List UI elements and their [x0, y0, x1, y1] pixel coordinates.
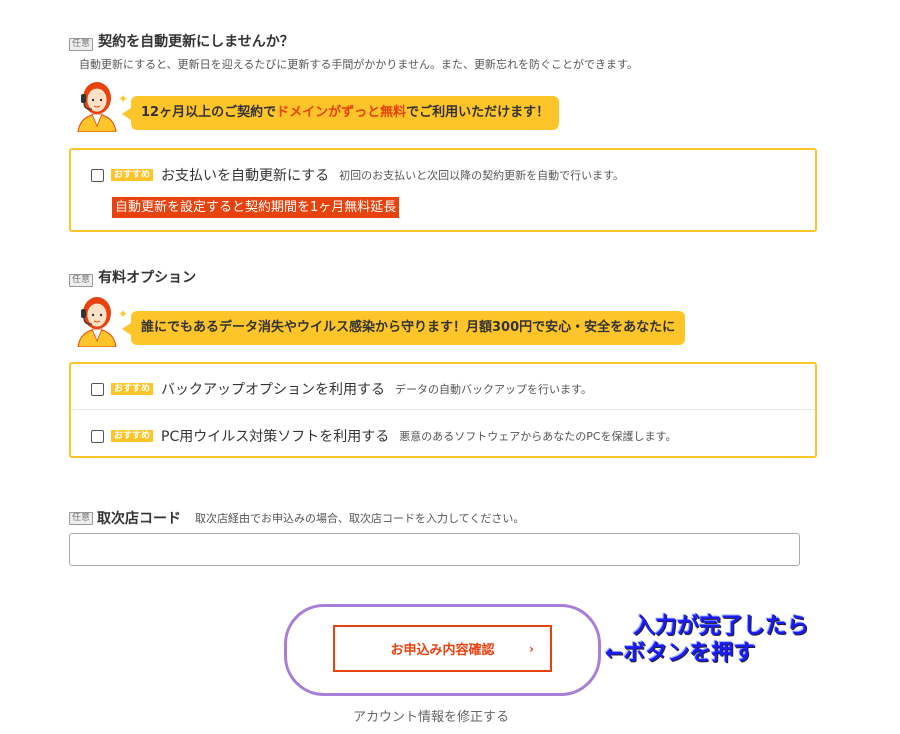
- antivirus-checkbox[interactable]: [91, 429, 104, 443]
- paid-options-header: 任意 有料オプション: [69, 267, 196, 287]
- recommended-badge: おすすめ: [111, 430, 154, 442]
- promo-banner: 自動更新を設定すると契約期間を1ヶ月無料延長: [112, 197, 400, 218]
- agent-code-input[interactable]: [69, 533, 800, 566]
- backup-option[interactable]: おすすめ バックアップオプションを利用する データの自動バックアップを行います。: [71, 379, 815, 399]
- auto-renew-option[interactable]: おすすめ お支払いを自動更新にする 初回のお支払いと次回以降の契約更新を自動で行…: [71, 165, 815, 185]
- auto-renew-description: 自動更新にすると、更新日を迎えるたびに更新する手間がかかりません。また、更新忘れ…: [79, 58, 638, 71]
- optional-tag: 任意: [69, 38, 94, 51]
- section-title: 取次店コード: [97, 511, 182, 527]
- sparkle-icon: ✦: [118, 307, 129, 321]
- bubble-text-post: でご利用いただけます！: [406, 105, 550, 120]
- support-girl-icon: [70, 76, 124, 136]
- option-label[interactable]: バックアップオプションを利用する: [161, 379, 385, 399]
- agent-code-description: 取次店経由でお申込みの場合、取次店コードを入力してください。: [195, 512, 525, 525]
- option-sub: データの自動バックアップを行います。: [395, 383, 592, 396]
- option-sub: 初回のお支払いと次回以降の契約更新を自動で行います。: [339, 169, 625, 182]
- paid-options-box: おすすめ バックアップオプションを利用する データの自動バックアップを行います。…: [69, 362, 817, 458]
- confirm-order-button[interactable]: お申込み内容確認 ›: [333, 625, 552, 672]
- backup-checkbox[interactable]: [91, 382, 104, 396]
- section-title: 有料オプション: [98, 270, 197, 286]
- support-girl-icon: [70, 291, 124, 351]
- option-label[interactable]: お支払いを自動更新にする: [161, 165, 329, 185]
- recommended-badge: おすすめ: [111, 383, 154, 395]
- sparkle-icon: ✦: [118, 92, 129, 106]
- option-label[interactable]: PC用ウイルス対策ソフトを利用する: [161, 426, 389, 446]
- auto-renew-bubble: 12ヶ月以上のご契約でドメインがずっと無料でご利用いただけます！: [121, 96, 560, 130]
- option-divider: [71, 409, 815, 410]
- antivirus-option[interactable]: おすすめ PC用ウイルス対策ソフトを利用する 悪意のあるソフトウェアからあなたの…: [71, 426, 815, 446]
- option-sub: 悪意のあるソフトウェアからあなたのPCを保護します。: [399, 430, 677, 443]
- auto-renew-header: 任意 契約を自動更新にしませんか？: [69, 31, 294, 51]
- confirm-button-label: お申込み内容確認: [390, 643, 495, 658]
- annotation-line2: ←ボタンを押す: [605, 641, 756, 666]
- annotation-line1: 入力が完了したら: [633, 614, 810, 639]
- agent-code-header: 任意 取次店コード 取次店経由でお申込みの場合、取次店コードを入力してください。: [69, 508, 524, 528]
- bubble-text-pre: 12ヶ月以上のご契約で: [141, 105, 277, 120]
- optional-tag: 任意: [69, 511, 94, 525]
- bubble-highlight: ドメインがずっと無料: [276, 105, 407, 120]
- chevron-right-icon: ›: [529, 641, 534, 656]
- auto-renew-box: おすすめ お支払いを自動更新にする 初回のお支払いと次回以降の契約更新を自動で行…: [69, 148, 817, 232]
- auto-renew-checkbox[interactable]: [91, 168, 104, 182]
- recommended-badge: おすすめ: [111, 169, 154, 181]
- paid-options-bubble: 誰にでもあるデータ消失やウイルス感染から守ります！月額300円で安心・安全をあな…: [121, 311, 686, 345]
- section-title: 契約を自動更新にしませんか？: [98, 34, 294, 50]
- edit-account-link[interactable]: アカウント情報を修正する: [353, 706, 509, 725]
- optional-tag: 任意: [69, 274, 94, 287]
